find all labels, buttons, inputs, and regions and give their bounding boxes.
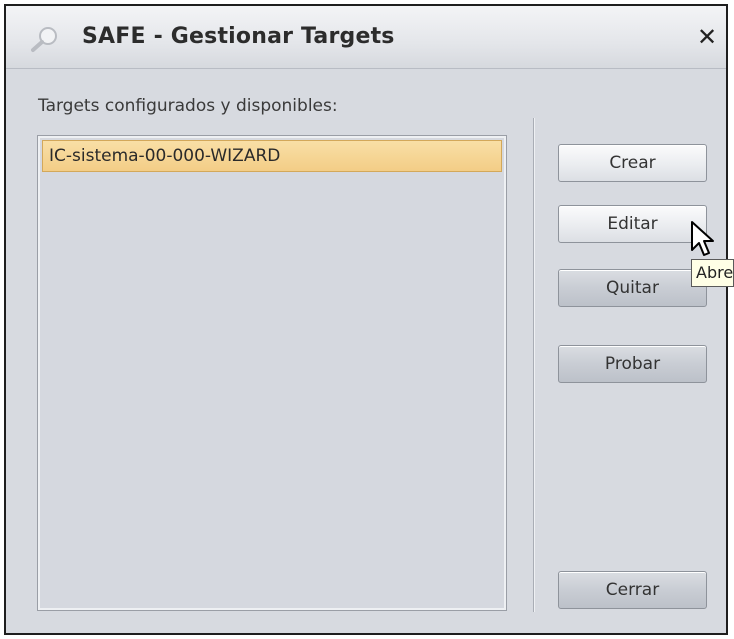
cerrar-button[interactable]: Cerrar <box>558 571 707 609</box>
targets-listbox[interactable]: IC-sistema-00-000-WIZARD <box>37 135 507 611</box>
window-title: SAFE - Gestionar Targets <box>82 24 395 49</box>
close-button[interactable]: ✕ <box>692 22 722 52</box>
probar-button[interactable]: Probar <box>558 345 707 383</box>
crear-button[interactable]: Crear <box>558 144 707 182</box>
editar-button[interactable]: Editar <box>558 205 707 243</box>
title-bar[interactable]: SAFE - Gestionar Targets ✕ <box>6 6 726 69</box>
quitar-button[interactable]: Quitar <box>558 269 707 307</box>
gestionar-targets-dialog: SAFE - Gestionar Targets ✕ Targets confi… <box>4 4 734 635</box>
close-icon[interactable]: ✕ <box>697 23 717 51</box>
vertical-divider <box>533 118 534 612</box>
magnifier-icon <box>31 27 57 52</box>
targets-list-label: Targets configurados y disponibles: <box>38 96 338 116</box>
mouse-pointer-icon <box>691 221 714 256</box>
list-item[interactable]: IC-sistema-00-000-WIZARD <box>42 140 502 172</box>
tooltip: Abre <box>691 259 734 287</box>
